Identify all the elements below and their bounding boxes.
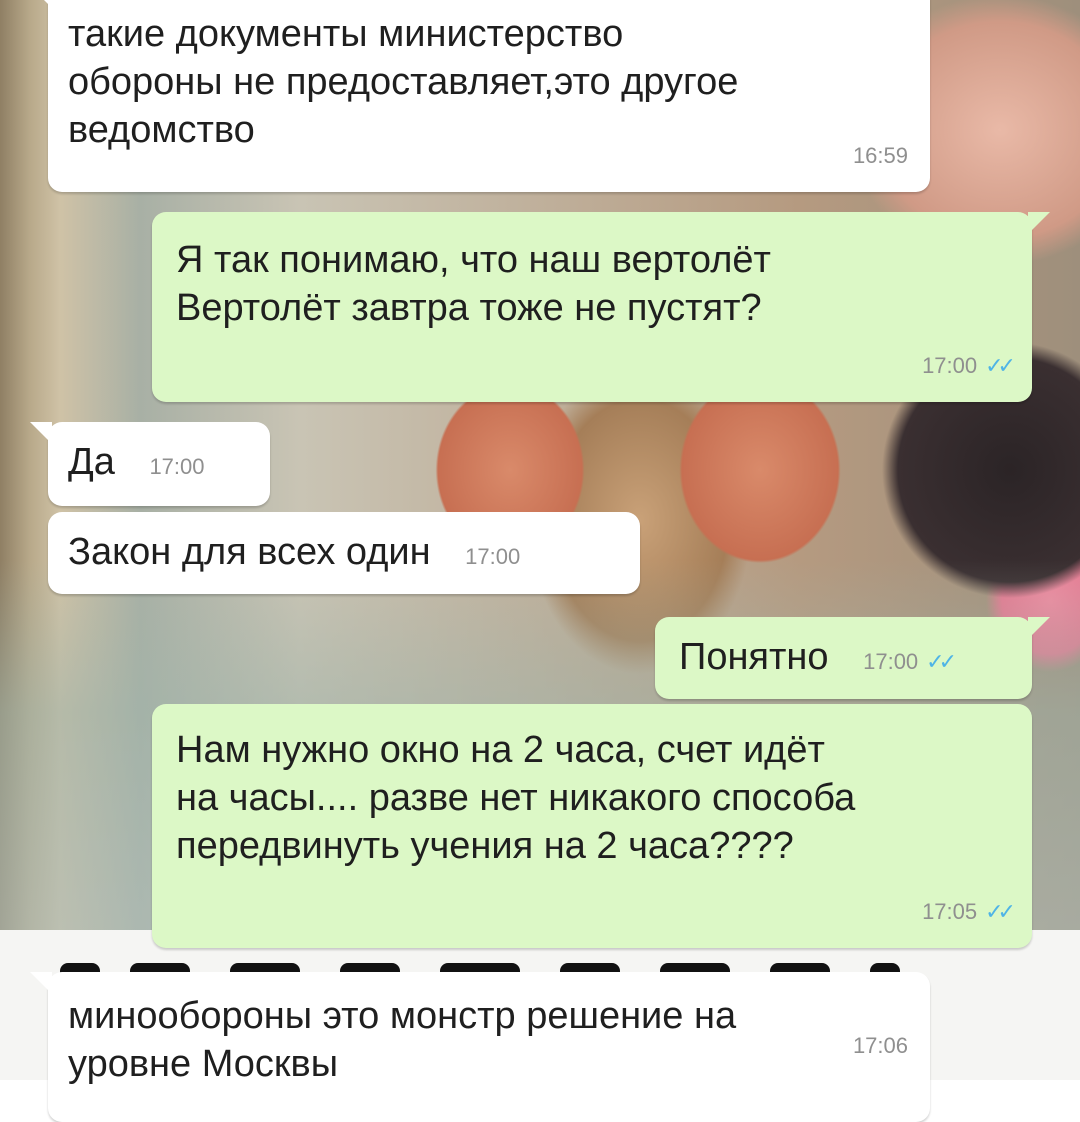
message-meta: 17:00	[465, 533, 520, 581]
message-bubble-incoming[interactable]: минообороны это монстр решение на уровне…	[30, 972, 930, 1122]
message-bubble-outgoing[interactable]: Нам нужно окно на 2 часа, счет идёт на ч…	[152, 704, 1032, 948]
message-bubble-incoming[interactable]: Да 17:00	[30, 422, 270, 506]
message-time: 16:59	[852, 143, 908, 168]
message-text: Я так понимаю, что наш вертолёт Вертолёт…	[176, 239, 771, 329]
message-time: 17:00	[863, 649, 919, 674]
message-text: Да	[68, 441, 115, 483]
message-time: 17:00	[922, 353, 978, 378]
message-time: 17:06	[852, 1033, 908, 1058]
message-bubble-outgoing[interactable]: Я так понимаю, что наш вертолёт Вертолёт…	[152, 212, 1050, 402]
message-meta: 16:59	[853, 132, 908, 180]
message-meta: 17:05 ✓✓	[922, 888, 1016, 936]
read-ticks-icon: ✓✓	[985, 899, 1016, 924]
message-time: 17:05	[922, 899, 978, 924]
message-time: 17:00	[149, 454, 205, 479]
message-text: минообороны это монстр решение на уровне…	[68, 995, 737, 1085]
message-meta: 17:00 ✓✓	[922, 342, 1016, 390]
message-text: такие документы министерство обороны не …	[68, 13, 739, 151]
message-text: Закон для всех один	[68, 531, 431, 573]
message-meta: 17:00 ✓✓	[863, 638, 957, 686]
message-time: 17:00	[465, 544, 521, 569]
read-ticks-icon: ✓✓	[985, 353, 1016, 378]
message-text: Нам нужно окно на 2 часа, счет идёт на ч…	[176, 729, 856, 867]
message-bubble-incoming[interactable]: Закон для всех один 17:00	[48, 512, 640, 594]
message-meta: 17:06	[853, 1022, 908, 1070]
message-meta: 17:00	[149, 443, 204, 491]
message-bubble-incoming[interactable]: такие документы министерство обороны не …	[30, 0, 930, 192]
message-bubble-outgoing[interactable]: Понятно 17:00 ✓✓	[655, 617, 1050, 699]
read-ticks-icon: ✓✓	[926, 649, 957, 674]
message-text: Понятно	[679, 636, 829, 678]
